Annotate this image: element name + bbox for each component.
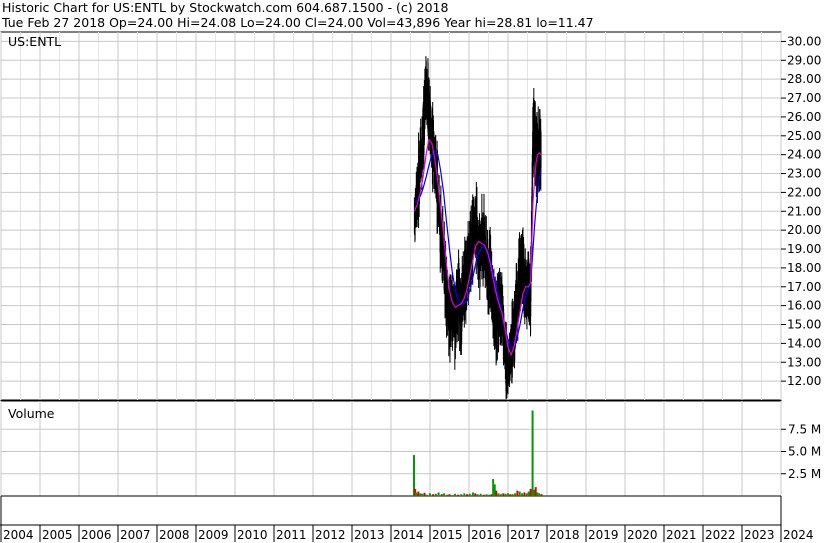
price-tick-label: 13.00 bbox=[787, 355, 821, 369]
price-tick-label: 14.00 bbox=[787, 336, 821, 350]
price-tick-label: 30.00 bbox=[787, 34, 821, 48]
x-tick-label: 2024 bbox=[783, 528, 814, 542]
x-tick-label: 2021 bbox=[666, 528, 697, 542]
x-tick-label: 2008 bbox=[159, 528, 190, 542]
x-tick-label: 2004 bbox=[3, 528, 34, 542]
x-tick-label: 2010 bbox=[237, 528, 268, 542]
x-tick-label: 2009 bbox=[198, 528, 229, 542]
x-tick-label: 2013 bbox=[354, 528, 385, 542]
price-tick-label: 21.00 bbox=[787, 204, 821, 218]
price-tick-label: 25.00 bbox=[787, 129, 821, 143]
price-tick-label: 23.00 bbox=[787, 167, 821, 181]
x-tick-label: 2006 bbox=[81, 528, 112, 542]
price-tick-label: 15.00 bbox=[787, 318, 821, 332]
x-tick-label: 2015 bbox=[432, 528, 463, 542]
volume-tick-label: 2.5 M bbox=[788, 467, 821, 481]
x-tick-label: 2011 bbox=[276, 528, 307, 542]
x-tick-label: 2014 bbox=[393, 528, 424, 542]
year-axis: 2004 2005 2006 2007 2008 2009 2010 2011 2012 2013… bbox=[0, 524, 814, 542]
x-tick-label: 2018 bbox=[549, 528, 580, 542]
price-tick-label: 24.00 bbox=[787, 148, 821, 162]
x-tick-label: 2022 bbox=[705, 528, 736, 542]
volume-tick-label: 7.5 M bbox=[788, 422, 821, 436]
price-tick-label: 18.00 bbox=[787, 261, 821, 275]
price-tick-label: 17.00 bbox=[787, 280, 821, 294]
price-tick-label: 16.00 bbox=[787, 299, 821, 313]
volume-tick-label: 5.0 M bbox=[788, 445, 821, 459]
x-tick-label: 2007 bbox=[120, 528, 151, 542]
volume-grid bbox=[0, 401, 782, 496]
price-tick-label: 28.00 bbox=[787, 72, 821, 86]
x-tick-label: 2005 bbox=[42, 528, 73, 542]
price-axis-ticks: 12.00 13.00 14.00 15.00 16.00 17.00 18.00 19.00… bbox=[781, 34, 821, 388]
price-panel-title: US:ENTL bbox=[8, 34, 61, 49]
price-tick-label: 20.00 bbox=[787, 223, 821, 237]
x-tick-label: 2012 bbox=[315, 528, 346, 542]
price-tick-label: 12.00 bbox=[787, 374, 821, 388]
price-tick-label: 26.00 bbox=[787, 110, 821, 124]
x-tick-label: 2017 bbox=[510, 528, 541, 542]
x-tick-label: 2023 bbox=[744, 528, 775, 542]
x-tick-label: 2020 bbox=[627, 528, 658, 542]
price-tick-label: 22.00 bbox=[787, 185, 821, 199]
volume-panel-title: Volume bbox=[8, 406, 55, 421]
x-tick-label: 2016 bbox=[471, 528, 502, 542]
volume-axis-ticks: 2.5 M 5.0 M 7.5 M bbox=[781, 422, 821, 481]
price-tick-label: 27.00 bbox=[787, 91, 821, 105]
x-tick-label: 2019 bbox=[588, 528, 619, 542]
price-tick-label: 29.00 bbox=[787, 53, 821, 67]
price-grid bbox=[0, 32, 782, 400]
stock-chart: 12.00 13.00 14.00 15.00 16.00 17.00 18.00 19.00… bbox=[0, 31, 821, 542]
price-tick-label: 19.00 bbox=[787, 242, 821, 256]
